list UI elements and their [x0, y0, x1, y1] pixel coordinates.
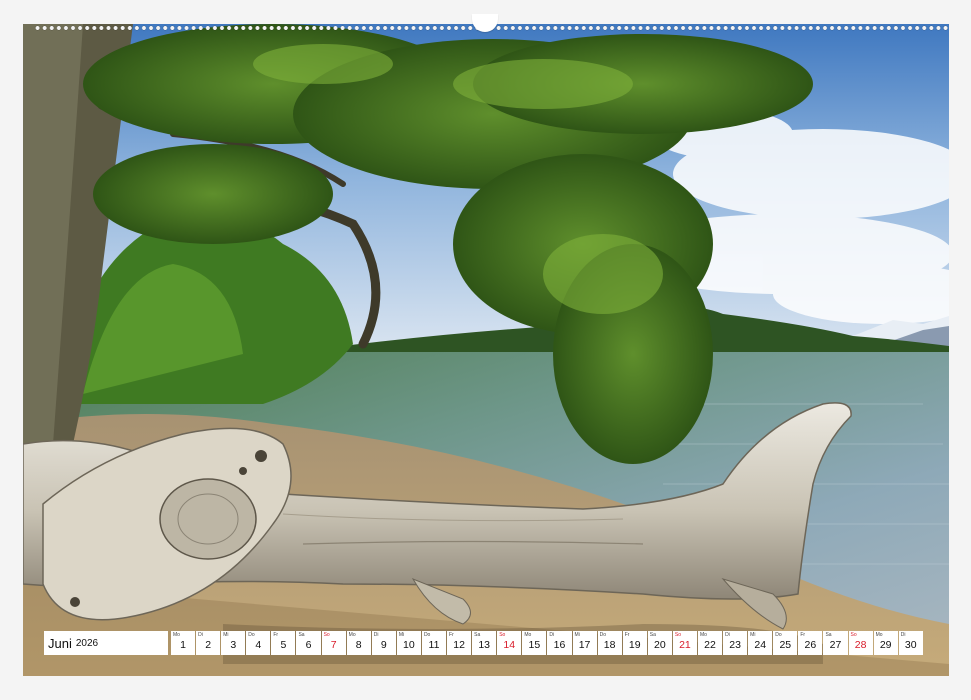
day-cell: Mi 24	[748, 631, 773, 655]
weekday-label: Mo	[524, 632, 532, 638]
day-cell: Fr 5	[271, 631, 296, 655]
weekday-label: Fr	[624, 632, 630, 638]
weekday-label: Di	[198, 632, 203, 638]
day-number: 3	[230, 639, 237, 651]
day-cell: So 21	[672, 631, 697, 655]
day-cell: So 28	[848, 631, 873, 655]
day-number: 14	[503, 639, 516, 651]
day-cell: Mo 22	[697, 631, 723, 655]
weekday-label: So	[499, 632, 506, 638]
day-cell: Mo 15	[522, 631, 547, 655]
day-cell: Di 30	[898, 631, 923, 655]
day-cell: Fr 26	[798, 631, 823, 655]
weekday-label: Mo	[699, 632, 707, 638]
weekday-label: Sa	[474, 632, 481, 638]
weekday-label: Di	[373, 632, 379, 638]
weekday-label: So	[850, 632, 857, 638]
day-cell: Sa 20	[647, 631, 672, 655]
day-number: 25	[779, 639, 792, 651]
day-number: 13	[478, 639, 491, 651]
weekday-label: Fr	[273, 632, 279, 638]
day-number: 1	[180, 639, 186, 651]
weekday-label: Mo	[173, 632, 180, 638]
weekday-label: Mo	[875, 632, 883, 638]
year: 2026	[75, 637, 99, 649]
day-number: 20	[653, 639, 666, 651]
day-number: 6	[305, 639, 312, 651]
weekday-label: Fr	[800, 632, 806, 638]
weekday-label: Mo	[348, 632, 356, 638]
day-cell: So 7	[321, 631, 346, 655]
weekday-label: Sa	[649, 632, 656, 638]
day-cell: Di 16	[547, 631, 572, 655]
day-number: 30	[904, 639, 917, 651]
day-number: 27	[829, 639, 842, 651]
day-number: 4	[255, 639, 262, 651]
day-cell: Fr 19	[622, 631, 647, 655]
month-name: Juni	[48, 635, 72, 651]
day-number: 24	[754, 639, 767, 651]
day-cell: Do 4	[246, 631, 271, 655]
day-number: 10	[403, 639, 415, 651]
day-cell: So 14	[497, 631, 522, 655]
day-number: 2	[205, 639, 212, 651]
weekday-label: Mi	[750, 632, 756, 638]
day-cell: Mi 3	[221, 631, 246, 655]
weekday-label: Mi	[223, 632, 229, 638]
day-cell: Sa 27	[823, 631, 848, 655]
weekday-label: Mi	[574, 632, 580, 638]
day-cell: Di 2	[196, 631, 221, 655]
day-cell: Do 11	[421, 631, 447, 655]
day-number: 15	[528, 639, 541, 651]
days-row: Mo 1 Di 2 Mi 3 Do 4 Fr 5 Sa 6 So 7 Mo 8 Di 9 Mi 10 Do 11 Fr 12 S…	[171, 631, 923, 655]
day-number: 22	[704, 639, 716, 651]
day-number: 11	[428, 639, 440, 651]
weekday-label: Do	[248, 632, 255, 638]
day-cell: Do 18	[597, 631, 622, 655]
weekday-label: Do	[599, 632, 606, 638]
day-cell: Do 25	[773, 631, 798, 655]
weekday-label: Sa	[298, 632, 305, 638]
weekday-label: Fr	[449, 632, 454, 638]
day-number: 16	[553, 639, 566, 651]
day-number: 7	[330, 639, 337, 651]
day-number: 21	[679, 639, 691, 651]
day-cell: Mo 8	[346, 631, 371, 655]
weekday-label: Di	[549, 632, 555, 638]
weekday-label: So	[323, 632, 330, 638]
day-cell: Mi 10	[396, 631, 421, 655]
day-cell: Mi 17	[572, 631, 597, 655]
calendar-page: Juni 2026 Mo 1 Di 2 Mi 3 Do 4 Fr 5 Sa 6 So 7 Mo 8 Di 9 Mi 1…	[0, 0, 971, 700]
day-number: 8	[355, 639, 362, 651]
day-number: 29	[879, 639, 892, 651]
day-number: 26	[804, 639, 817, 651]
day-number: 18	[603, 639, 616, 651]
lake-scene-illustration	[23, 24, 949, 676]
day-cell: Fr 12	[447, 631, 472, 655]
day-number: 5	[280, 639, 287, 651]
day-cell: Di 9	[371, 631, 396, 655]
day-cell: Sa 13	[472, 631, 497, 655]
day-cell: Mo 29	[873, 631, 898, 655]
day-cell: Sa 6	[296, 631, 321, 655]
day-number: 19	[628, 639, 641, 651]
month-label-box: Juni 2026	[44, 631, 168, 655]
month-calendar-strip: Juni 2026 Mo 1 Di 2 Mi 3 Do 4 Fr 5 Sa 6 So 7 Mo 8 Di 9 Mi 1…	[44, 631, 923, 655]
day-cell: Di 23	[723, 631, 748, 655]
day-number: 9	[380, 639, 387, 651]
weekday-label: Di	[725, 632, 730, 638]
weekday-label: Do	[423, 632, 431, 638]
day-number: 17	[578, 639, 591, 651]
weekday-label: Sa	[825, 632, 832, 638]
day-number: 12	[453, 639, 465, 651]
weekday-label: So	[674, 632, 681, 638]
landscape-photo	[23, 24, 949, 676]
day-number: 28	[854, 639, 867, 651]
day-cell: Mo 1	[171, 631, 196, 655]
weekday-label: Di	[900, 632, 906, 638]
weekday-label: Mi	[398, 632, 405, 638]
day-number: 23	[729, 639, 741, 651]
weekday-label: Do	[775, 632, 782, 638]
